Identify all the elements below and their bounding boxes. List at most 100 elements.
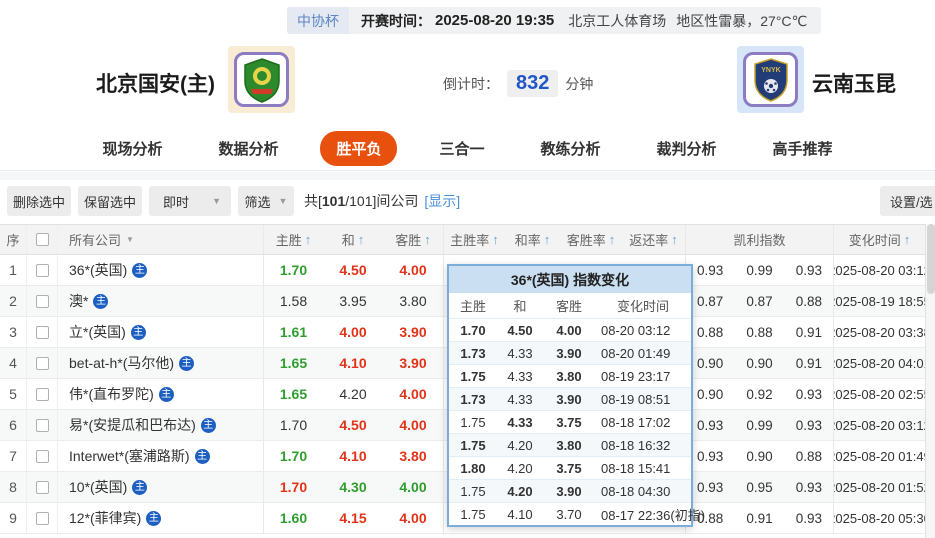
popup-away-odds: 4.00 [556, 322, 582, 338]
kelly-value: 0.92 [746, 386, 773, 402]
company-name[interactable]: 36*(英国) [69, 260, 127, 280]
home-odds: 1.70 [263, 255, 323, 285]
main-company-badge-icon: 主 [146, 510, 162, 526]
away-odds: 4.00 [399, 510, 427, 526]
row-checkbox-cell [26, 472, 57, 502]
company-name[interactable]: 易*(安提瓜和巴布达) [69, 415, 196, 435]
header-home-odds[interactable]: 主胜 ↑ [263, 225, 323, 254]
popup-draw-odds: 4.33 [507, 345, 533, 361]
company-count-prefix: 共[ [304, 193, 322, 209]
popup-row: 1.80 4.20 3.75 08-18 15:41 [449, 456, 691, 479]
row-checkbox[interactable] [35, 418, 49, 432]
row-checkbox[interactable] [35, 356, 49, 370]
sort-asc-icon[interactable]: ↑ [492, 232, 499, 247]
row-checkbox[interactable] [35, 325, 49, 339]
tab-coach-analysis[interactable]: 教练分析 [527, 131, 615, 166]
delete-selected-button[interactable]: 删除选中 [7, 186, 71, 216]
kelly-cell: 0.90 0.92 0.93 [685, 379, 833, 409]
change-time: 2025-08-20 04:01 [833, 348, 925, 378]
odds-change-popup: 36*(英国) 指数变化 主胜 和 客胜 变化时间 1.70 4.50 4.00 08… [447, 264, 705, 527]
row-checkbox[interactable] [35, 294, 49, 308]
kelly-cell: 0.87 0.87 0.88 [685, 286, 833, 316]
sort-asc-icon[interactable]: ↑ [544, 232, 551, 247]
show-link[interactable]: [显示] [424, 191, 460, 211]
header-draw-rate[interactable]: 和率 ↑ [505, 225, 560, 254]
keep-selected-button[interactable]: 保留选中 [78, 186, 142, 216]
tab-data-analysis[interactable]: 数据分析 [204, 131, 292, 166]
realtime-dropdown[interactable]: 即时 ▼ [149, 186, 231, 216]
sort-asc-icon[interactable]: ↑ [609, 232, 616, 247]
popup-draw-odds: 4.33 [507, 391, 533, 407]
company-name[interactable]: 伟*(直布罗陀) [69, 384, 154, 404]
row-checkbox-cell [26, 348, 57, 378]
kelly-value: 0.90 [697, 355, 724, 371]
sort-asc-icon[interactable]: ↑ [424, 232, 431, 247]
popup-change-time: 08-17 22:36(初指) [601, 507, 706, 523]
header-away-odds[interactable]: 客胜 ↑ [383, 225, 443, 254]
popup-away-odds: 3.75 [556, 414, 582, 430]
company-name[interactable]: 10*(英国) [69, 477, 127, 497]
row-checkbox[interactable] [35, 511, 49, 525]
main-company-badge-icon: 主 [132, 262, 148, 278]
header-home-rate[interactable]: 主胜率 ↑ [443, 225, 505, 254]
main-company-badge-icon: 主 [93, 293, 109, 309]
popup-home-odds: 1.75 [460, 414, 486, 430]
header-away-rate[interactable]: 客胜率 ↑ [560, 225, 622, 254]
popup-draw-odds: 4.20 [507, 460, 533, 476]
settings-button[interactable]: 设置/选 [880, 186, 935, 216]
tab-expert-picks[interactable]: 高手推荐 [759, 131, 847, 166]
draw-odds: 4.20 [339, 386, 367, 402]
popup-body: 1.70 4.50 4.00 08-20 03:12 1.73 4.33 3.90 08-20… [449, 318, 705, 525]
company-cell: 12*(菲律宾) 主 [57, 503, 263, 533]
kelly-value: 0.88 [746, 324, 773, 340]
popup-change-time: 08-18 16:32 [601, 437, 671, 453]
kelly-value: 0.93 [795, 262, 822, 278]
kelly-cell: 0.93 0.99 0.93 [685, 410, 833, 440]
sort-asc-icon[interactable]: ↑ [671, 232, 678, 247]
kelly-value: 0.93 [697, 448, 724, 464]
main-company-badge-icon: 主 [200, 417, 216, 433]
change-time: 2025-08-20 03:12 [833, 255, 925, 285]
row-checkbox-cell [26, 503, 57, 533]
company-cell: bet-at-h*(马尔他) 主 [57, 348, 263, 378]
kelly-value: 0.90 [746, 448, 773, 464]
row-checkbox[interactable] [35, 387, 49, 401]
sort-asc-icon[interactable]: ↑ [305, 232, 312, 247]
select-all-checkbox[interactable] [35, 233, 49, 246]
kelly-value: 0.99 [746, 417, 773, 433]
header-change-time[interactable]: 变化时间 ↑ [833, 225, 925, 254]
popup-row: 1.73 4.33 3.90 08-20 01:49 [449, 341, 691, 364]
header-draw-odds[interactable]: 和 ↑ [323, 225, 383, 254]
row-checkbox[interactable] [35, 449, 49, 463]
row-seq: 2 [9, 293, 17, 309]
sort-asc-icon[interactable]: ↑ [358, 232, 365, 247]
filter-dropdown[interactable]: 筛选 ▼ [238, 186, 294, 216]
header-return-rate[interactable]: 返还率 ↑ [622, 225, 685, 254]
tab-three-in-one[interactable]: 三合一 [425, 131, 498, 166]
company-name[interactable]: Interwet*(塞浦路斯) [69, 446, 190, 466]
tab-win-draw-lose[interactable]: 胜平负 [320, 130, 398, 166]
popup-change-time: 08-18 15:41 [601, 460, 671, 476]
tab-live-analysis[interactable]: 现场分析 [88, 131, 176, 166]
company-name[interactable]: 立*(英国) [69, 322, 126, 342]
row-checkbox-cell [26, 379, 57, 409]
change-time: 2025-08-20 03:38 [833, 317, 925, 347]
odds-table-header: 序 所有公司 ▼ 主胜 ↑ 和 ↑ 客胜 ↑ 主胜率 ↑ 和率 ↑ 客胜率 ↑ 返还率 ↑ 凯… [0, 224, 925, 255]
popup-header-away: 客胜 [555, 299, 582, 314]
company-name[interactable]: 12*(菲律宾) [69, 508, 141, 528]
popup-row: 1.75 4.33 3.80 08-19 23:17 [449, 364, 691, 387]
sort-asc-icon[interactable]: ↑ [904, 232, 911, 247]
row-checkbox[interactable] [35, 480, 49, 494]
company-name[interactable]: bet-at-h*(马尔他) [69, 353, 174, 373]
header-company[interactable]: 所有公司 ▼ [57, 225, 263, 254]
vertical-scrollbar[interactable] [925, 224, 935, 538]
tab-referee-analysis[interactable]: 裁判分析 [643, 131, 731, 166]
popup-draw-odds: 4.50 [507, 322, 533, 338]
main-company-badge-icon: 主 [194, 448, 210, 464]
scrollbar-thumb[interactable] [927, 224, 935, 294]
company-name[interactable]: 澳* [69, 291, 88, 311]
popup-change-time: 08-19 23:17 [601, 368, 671, 384]
nav-tabs: 现场分析 数据分析 胜平负 三合一 教练分析 裁判分析 高手推荐 [0, 126, 935, 171]
row-checkbox[interactable] [35, 263, 49, 277]
change-time: 2025-08-20 01:49 [833, 441, 925, 471]
